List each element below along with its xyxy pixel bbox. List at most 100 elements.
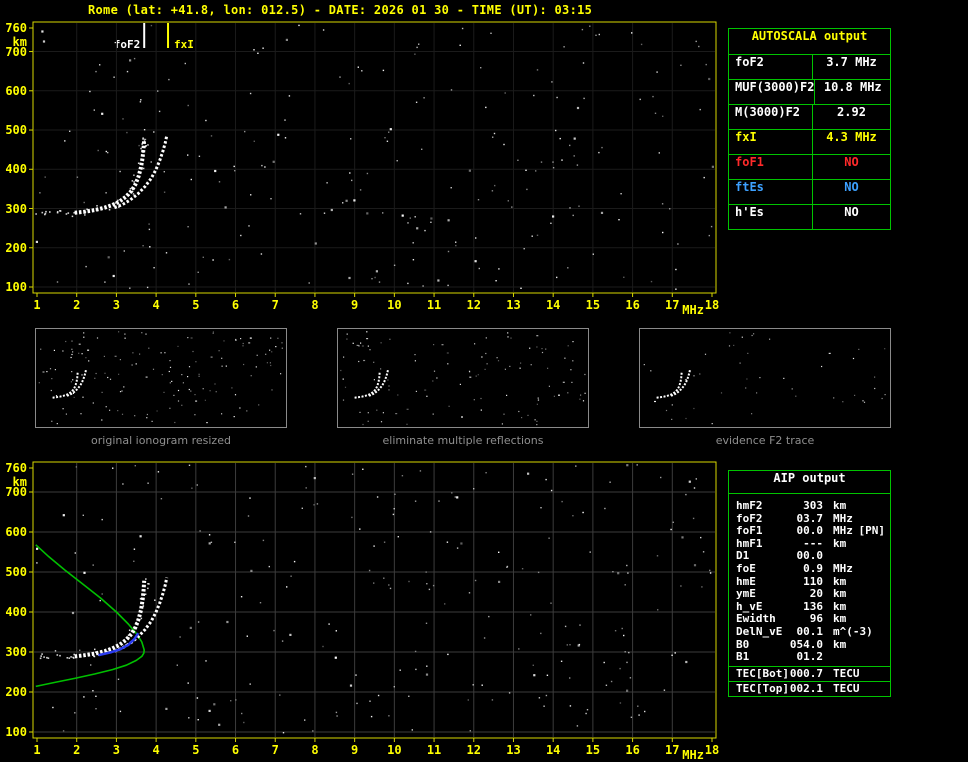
plot-border [32, 21, 717, 294]
aip-row-value: 110 [803, 574, 823, 588]
y-axis-tick-label: 300 [5, 645, 27, 659]
thumbnail-plot [340, 331, 586, 426]
aip-row-unit: MHz [833, 511, 853, 525]
aip-row-foF2: foF2 03.7 MHz [729, 512, 890, 525]
y-axis-tick-label: 600 [5, 83, 27, 98]
aip-row-label: hmE [736, 574, 756, 588]
autoscala-row-value: 4.3 MHz [826, 130, 877, 144]
thumbnail-F2-ordinary-trace [52, 371, 79, 399]
aip-row-D1: D1 00.0 [729, 549, 890, 562]
aip-row-label: ymE [736, 587, 756, 601]
thumbnail-original-ionogram [35, 328, 287, 428]
axis-ticks [29, 27, 713, 297]
autoscala-row-value: 10.8 MHz [823, 80, 882, 94]
plot-border [32, 461, 717, 739]
aip-tec-value: 000.7 [789, 666, 823, 680]
x-axis-tick-label: 6 [231, 298, 240, 312]
x-axis-tick-label: 8 [311, 298, 319, 312]
aip-row-value: 03.7 [796, 511, 824, 525]
autoscala-row-label: h'Es [729, 205, 813, 229]
plot-grid [34, 23, 715, 292]
aip-output-table: AIP output hmF2 303 km foF2 03.7 MHz foF1 00.0 M… [728, 470, 891, 697]
aip-row-unit: km [833, 499, 847, 512]
autoscala-row-label: fxI [729, 130, 813, 154]
aip-row-unit: km [833, 536, 847, 550]
aip-row-value: 20 [809, 587, 823, 601]
aip-row-B0: B0 054.0 km [729, 638, 890, 651]
aip-tec-label: TEC[Top] [736, 681, 789, 695]
y-axis-tick-label: 500 [5, 123, 27, 138]
aip-row-value: --- [803, 536, 823, 550]
x-axis-tick-label: 1 [33, 298, 41, 312]
x-axis-tick-label: 17 [665, 298, 680, 312]
autoscala-row-ftEs: ftEs NO [729, 179, 890, 204]
autoscala-row-fxI: fxI 4.3 MHz [729, 129, 890, 154]
autoscala-table-title: AUTOSCALA output [751, 29, 868, 43]
aip-row-unit: MHz [833, 561, 853, 575]
autoscala-row-foF1: foF1 NO [729, 154, 890, 179]
aip-row-extra: [PN] [858, 524, 886, 538]
y-axis-tick-label: 300 [5, 201, 27, 216]
x-axis-tick-label: 2 [73, 298, 81, 312]
aip-row-label: h_vE [736, 599, 763, 613]
noise-dots [36, 464, 712, 734]
aip-row-ymE: ymE 20 km [729, 587, 890, 600]
aip-row-Ewidth: Ewidth 96 km [729, 612, 890, 625]
autoscala-row-label: M(3000)F2 [729, 105, 813, 129]
aip-row-label: foF1 [736, 524, 763, 538]
aip-tec-row-TEC[Bot]: TEC[Bot] 000.7 TECU [729, 665, 890, 681]
x-axis-tick-label: 9 [351, 298, 359, 312]
aip-row-label: foE [736, 561, 756, 575]
autoscala-row-foF2: foF2 3.7 MHz [729, 54, 890, 79]
aip-row-unit: m^(-3) [833, 624, 873, 638]
y-axis-tick-label: 200 [5, 685, 27, 699]
thumbnail-plot [643, 332, 886, 425]
aip-row-hmF1: hmF1 --- km [729, 537, 890, 550]
plot-grid [34, 463, 715, 737]
x-axis-tick-label: 14 [545, 298, 561, 312]
y-axis-unit-label: km [12, 475, 27, 489]
x-axis-tick-label: 7 [271, 298, 279, 312]
aip-row-label: B1 [736, 650, 750, 664]
autoscala-row-M(3000)F2: M(3000)F2 2.92 [729, 104, 890, 129]
aip-row-value: 303 [803, 499, 823, 512]
aip-table-rows: hmF2 303 km foF2 03.7 MHz foF1 00.0 MHz [PN] hmF1 -… [729, 494, 890, 666]
autoscala-window: Rome (lat: +41.8, lon: 012.5) - DATE: 20… [0, 0, 968, 762]
autoscala-row-label: ftEs [729, 180, 813, 204]
aip-row-hmF2: hmF2 303 km [729, 499, 890, 512]
y-axis-tick-label: 400 [5, 162, 27, 177]
aip-table-title: AIP output [729, 471, 890, 494]
x-axis-tick-label: 5 [192, 298, 200, 312]
x-axis-tick-label: 16 [625, 298, 640, 312]
ionogram-bottom [29, 461, 717, 742]
thumbnail-caption: original ionogram resized [91, 434, 231, 447]
x-axis-tick-label: 11 [426, 298, 442, 312]
aip-row-value: 0.9 [803, 561, 823, 575]
x-axis-tick-label: 12 [466, 298, 481, 312]
thumbnail-evidence-f2-trace [639, 328, 891, 428]
aip-tec-rows: TEC[Bot] 000.7 TECU TEC[Top] 002.1 TECU [729, 665, 890, 696]
autoscala-row-value: NO [844, 180, 859, 194]
aip-row-value: 01.2 [796, 650, 824, 664]
y-axis-tick-label: 600 [5, 525, 27, 539]
x-axis-tick-label: 4 [152, 298, 160, 312]
y-axis-tick-label: 500 [5, 565, 27, 579]
aip-tec-row-TEC[Top]: TEC[Top] 002.1 TECU [729, 680, 890, 696]
noise-dots [35, 24, 714, 290]
aip-row-label: hmF2 [736, 499, 763, 512]
thumbnail-caption: evidence F2 trace [715, 434, 815, 447]
y-axis-tick-label: 400 [5, 605, 27, 619]
aip-row-value: 00.1 [796, 624, 824, 638]
autoscala-output-table: AUTOSCALA output foF2 3.7 MHz MUF(3000)F2 1… [728, 28, 891, 230]
aip-row-unit: km [833, 612, 847, 626]
aip-row-DelN_vE: DelN_vE 00.1 m^(-3) [729, 625, 890, 638]
thumbnail-F2-ordinary-trace [354, 371, 381, 399]
x-axis-unit-label: MHz [682, 303, 704, 317]
y-axis-tick-label: 760 [5, 461, 27, 475]
autoscala-row-value: NO [844, 155, 859, 169]
aip-row-label: B0 [736, 637, 750, 651]
y-axis-tick-label: 760 [5, 21, 27, 35]
y-axis-tick-label: 100 [5, 280, 27, 294]
x-axis-unit-label: MHz [682, 748, 704, 762]
aip-row-hmE: hmE 110 km [729, 575, 890, 588]
